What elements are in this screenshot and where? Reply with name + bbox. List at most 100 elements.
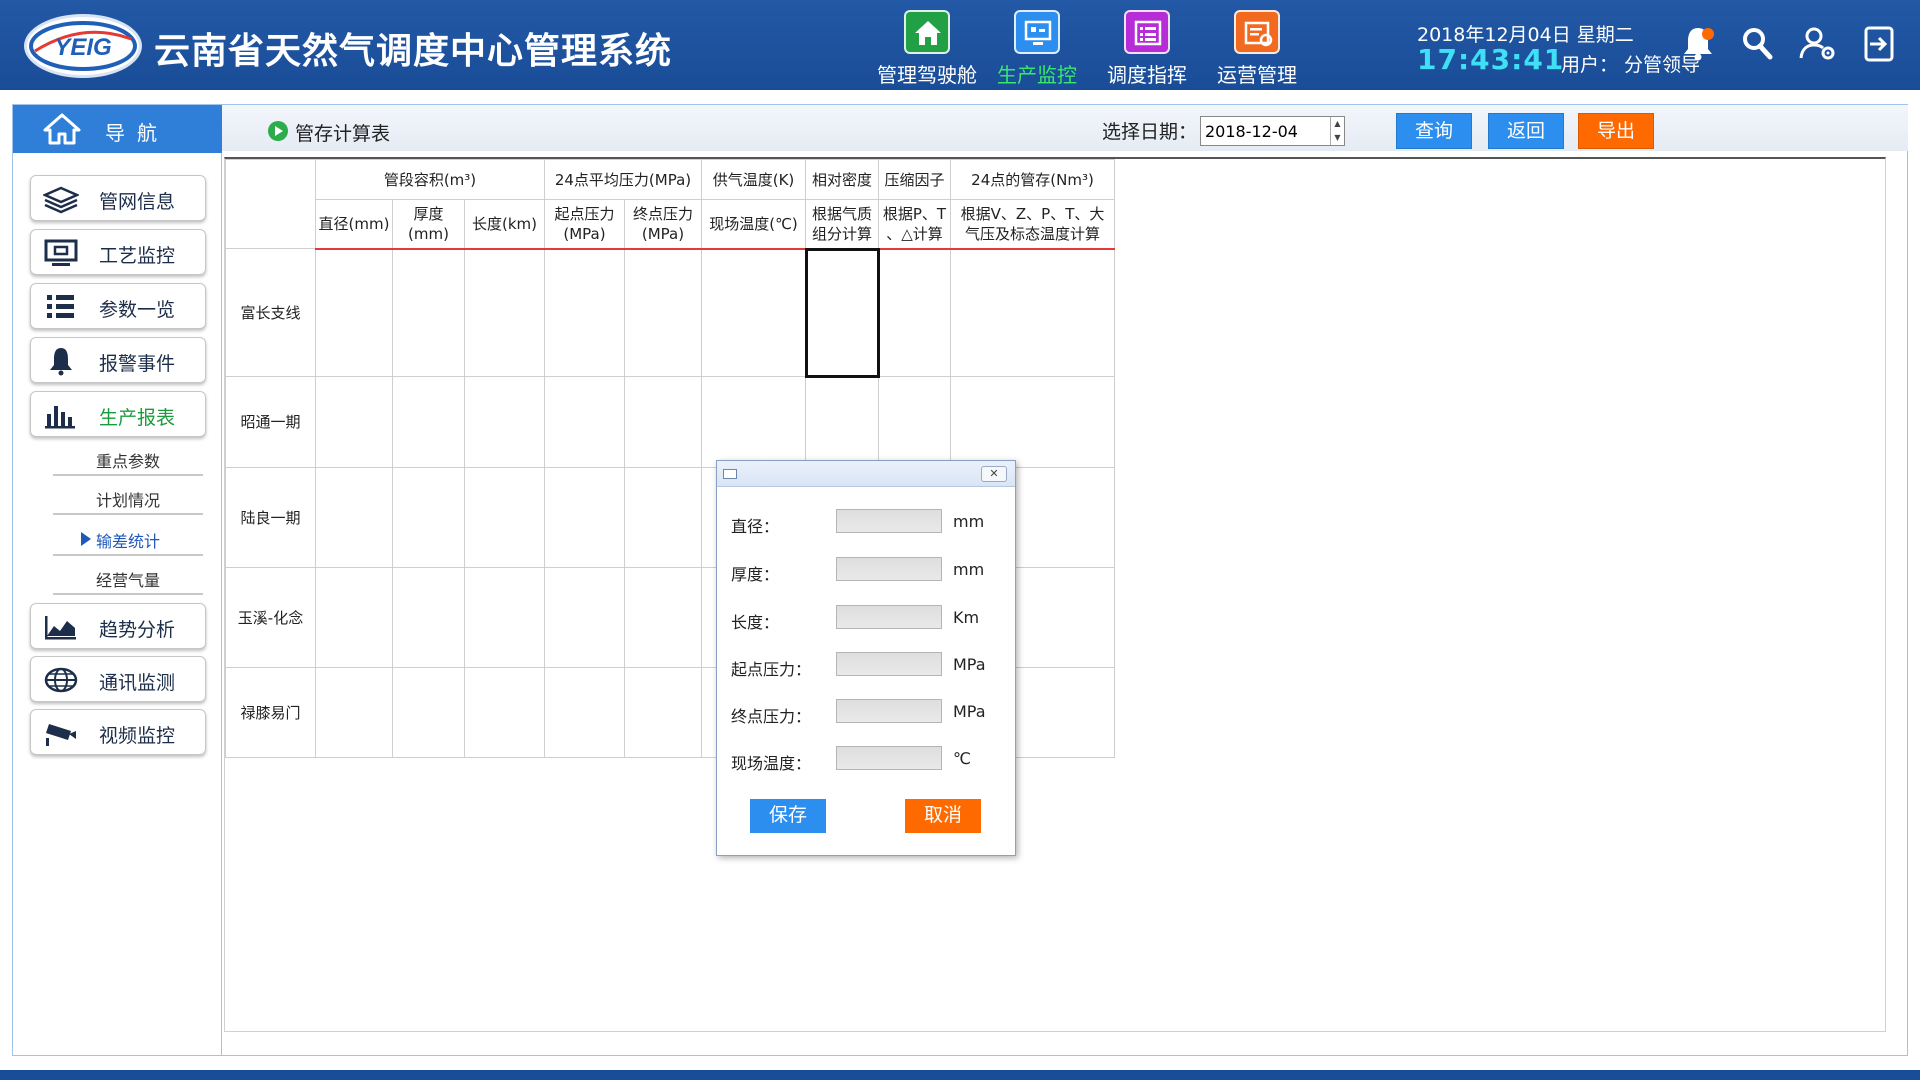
dialog-titlebar[interactable]: ✕ [717, 461, 1015, 487]
table-cell[interactable] [624, 667, 702, 758]
row-label: 禄膝易门 [225, 667, 316, 758]
table-cell[interactable] [315, 567, 393, 668]
table-cell[interactable] [701, 248, 806, 377]
end-pressure-field[interactable] [836, 699, 942, 723]
table-row: 富长支线 [225, 247, 1115, 378]
table-cell[interactable] [544, 667, 625, 758]
sidebar-item-process-monitor[interactable]: 工艺监控 [30, 229, 206, 275]
start-pressure-row: 起点压力： MPa [731, 652, 1001, 680]
table-cell[interactable] [392, 567, 465, 668]
logout-icon[interactable] [1858, 22, 1902, 66]
selected-table-cell[interactable] [804, 247, 880, 378]
table-cell[interactable] [464, 467, 545, 568]
date-picker[interactable] [1200, 116, 1345, 146]
footer-bar [0, 1070, 1920, 1080]
toolbar: 管存计算表 选择日期： ▲ ▼ 查询 返回 导出 [222, 105, 1908, 151]
table-cell[interactable] [315, 467, 393, 568]
sidebar-subitem-key-params[interactable]: 重点参数 [53, 440, 203, 476]
query-button[interactable]: 查询 [1396, 113, 1472, 149]
sidebar-item-label: 通讯监测 [99, 672, 176, 694]
sidebar-item-label: 生产报表 [99, 407, 176, 429]
start-pressure-field[interactable] [836, 652, 942, 676]
table-cell[interactable] [315, 667, 393, 758]
sidebar-subitem-plan-status[interactable]: 计划情况 [53, 479, 203, 515]
sidebar-subitem-transmission-diff[interactable]: 输差统计 [53, 520, 203, 556]
bell-icon[interactable] [1676, 22, 1720, 66]
sidebar-item-trend-analysis[interactable]: 趋势分析 [30, 603, 206, 649]
sidebar-item-production-report[interactable]: 生产报表 [30, 391, 206, 437]
topnav-dispatch[interactable]: 调度指挥 [1090, 8, 1194, 88]
field-label: 长度： [731, 613, 780, 632]
sidebar-nav-header[interactable]: 导航 [13, 105, 223, 153]
diameter-field[interactable] [836, 509, 942, 533]
table-row: 昭通一期 [225, 376, 1115, 468]
field-unit: mm [953, 560, 985, 579]
field-label: 厚度： [731, 565, 780, 584]
table-cell[interactable] [464, 567, 545, 668]
end-pressure-row: 终点压力： MPa [731, 699, 1001, 727]
column-header: 根据气质 组分计算 [805, 199, 879, 250]
cancel-button[interactable]: 取消 [905, 799, 981, 833]
monitor-icon [1014, 10, 1060, 54]
table-cell[interactable] [464, 667, 545, 758]
table-cell[interactable] [624, 567, 702, 668]
play-icon [268, 121, 288, 141]
current-time: 17:43:41 [1417, 43, 1565, 76]
column-header: 现场温度(℃) [701, 199, 806, 250]
column-header: 起点压力 (MPa) [544, 199, 625, 250]
table-cell[interactable] [701, 376, 806, 468]
table-cell[interactable] [950, 248, 1115, 377]
topnav-production-monitor[interactable]: 生产监控 [980, 8, 1084, 88]
topnav-operations[interactable]: 运营管理 [1200, 8, 1304, 88]
spin-up-icon[interactable]: ▲ [1331, 117, 1344, 131]
close-icon[interactable]: ✕ [981, 466, 1007, 482]
table-cell[interactable] [392, 467, 465, 568]
save-button[interactable]: 保存 [750, 799, 826, 833]
sidebar-item-comm-monitor[interactable]: 通讯监测 [30, 656, 206, 702]
main-panel: 管存计算表 选择日期： ▲ ▼ 查询 返回 导出 管段容积(m³) 24点平均压… [222, 104, 1908, 1056]
table-cell[interactable] [392, 248, 465, 377]
table-cell[interactable] [392, 667, 465, 758]
table-cell[interactable] [315, 376, 393, 468]
top-nav: 管理驾驶舱 生产监控 调度指挥 运营管理 [870, 8, 1304, 88]
column-header: 终点压力 (MPa) [624, 199, 702, 250]
length-field[interactable] [836, 605, 942, 629]
header-row-sub: 直径(mm) 厚度 (mm) 长度(km) 起点压力 (MPa) 终点压力 (M… [226, 199, 1115, 250]
table-cell[interactable] [624, 248, 702, 377]
search-icon[interactable] [1736, 22, 1780, 66]
table-cell[interactable] [464, 248, 545, 377]
row-label: 玉溪-化念 [225, 567, 316, 668]
date-spinner[interactable]: ▲ ▼ [1330, 117, 1344, 145]
table-cell[interactable] [544, 567, 625, 668]
topnav-cockpit[interactable]: 管理驾驶舱 [870, 8, 977, 88]
table-cell[interactable] [624, 376, 702, 468]
table-cell[interactable] [624, 467, 702, 568]
table-cell[interactable] [878, 376, 951, 468]
thickness-field[interactable] [836, 557, 942, 581]
header-row-groups: 管段容积(m³) 24点平均压力(MPa) 供气温度(K) 相对密度 压缩因子 … [225, 159, 1115, 249]
field-label: 起点压力： [731, 660, 812, 679]
sidebar: 导航 管网信息 工艺监控 参数一览 报警事件 生产报表 重点参数 计划情况 输差… [12, 104, 223, 1056]
app-header: YEIG 云南省天然气调度中心管理系统 管理驾驶舱 生产监控 调度指挥 运营管理… [0, 0, 1920, 90]
table-cell[interactable] [544, 376, 625, 468]
table-cell[interactable] [392, 376, 465, 468]
export-button[interactable]: 导出 [1578, 113, 1654, 149]
sidebar-item-param-overview[interactable]: 参数一览 [30, 283, 206, 329]
table-cell[interactable] [805, 376, 879, 468]
field-unit: MPa [953, 655, 986, 674]
table-cell[interactable] [544, 467, 625, 568]
table-cell[interactable] [950, 376, 1115, 468]
spin-down-icon[interactable]: ▼ [1331, 131, 1344, 145]
table-cell[interactable] [878, 248, 951, 377]
sidebar-item-video-monitor[interactable]: 视频监控 [30, 709, 206, 755]
table-cell[interactable] [544, 248, 625, 377]
app-title: 云南省天然气调度中心管理系统 [154, 31, 673, 72]
table-cell[interactable] [315, 248, 393, 377]
back-button[interactable]: 返回 [1488, 113, 1564, 149]
table-cell[interactable] [464, 376, 545, 468]
user-settings-icon[interactable] [1796, 22, 1840, 66]
site-temperature-field[interactable] [836, 746, 942, 770]
sidebar-subitem-operating-volume[interactable]: 经营气量 [53, 559, 203, 595]
sidebar-item-alarm-events[interactable]: 报警事件 [30, 337, 206, 383]
sidebar-item-pipeline-info[interactable]: 管网信息 [30, 175, 206, 221]
